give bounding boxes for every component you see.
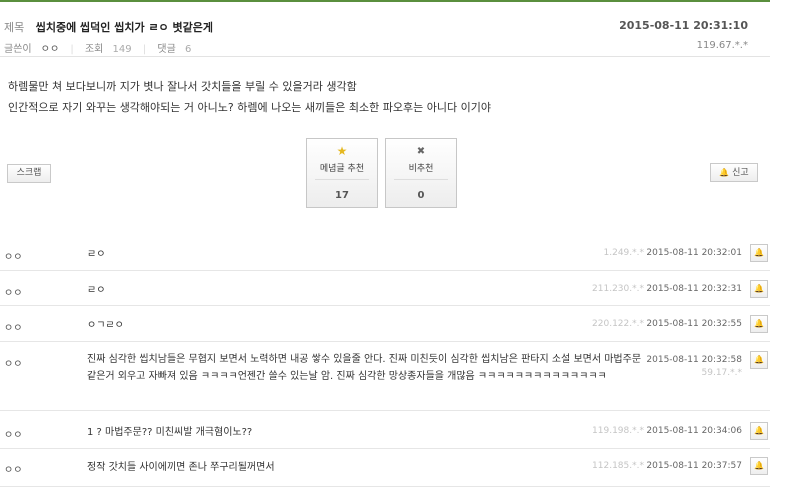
comment-date: 2015-08-11 20:32:31 bbox=[646, 284, 742, 294]
title-row: 제목 씹치중에 씹덕인 씹치가 ㄹㅇ 볏같은게 bbox=[4, 19, 213, 35]
comment-report-button[interactable]: 🔔 bbox=[750, 457, 768, 475]
divider bbox=[394, 179, 448, 180]
comment-text: ㄹㅇ bbox=[87, 249, 106, 260]
comments-label: 댓글 bbox=[157, 44, 176, 55]
comment-ip: 59.17.*.* bbox=[701, 368, 743, 378]
upvote-label: 메념글 추천 bbox=[319, 164, 365, 174]
bell-icon: 🔔 bbox=[754, 319, 764, 328]
x-icon: ✖ bbox=[416, 146, 426, 157]
comment-row: ㅇㅇ 정작 갓치들 사이에끼면 존나 쭈구리될꺼면서 112.185.*.* 2… bbox=[0, 450, 770, 487]
star-icon: ★ bbox=[336, 144, 348, 158]
comment-report-button[interactable]: 🔔 bbox=[750, 280, 768, 298]
comment-row: ㅇㅇ ㄹㅇ 211.230.*.* 2015-08-11 20:32:31 🔔 bbox=[0, 272, 770, 306]
divider: | bbox=[70, 44, 74, 55]
divider: | bbox=[142, 44, 147, 55]
views-label: 조회 bbox=[84, 44, 104, 55]
comment-author[interactable]: ㅇㅇ bbox=[4, 248, 22, 263]
title-label: 제목 bbox=[4, 21, 25, 34]
comment-report-button[interactable]: 🔔 bbox=[750, 244, 768, 262]
comment-report-button[interactable]: 🔔 bbox=[750, 351, 768, 369]
comment-report-button[interactable]: 🔔 bbox=[750, 422, 768, 440]
comment-date: 2015-08-11 20:34:06 bbox=[646, 426, 742, 436]
comment-author[interactable]: ㅇㅇ bbox=[4, 319, 22, 334]
bell-icon: 🔔 bbox=[754, 461, 764, 470]
post-body-line: 인간적으로 자기 와꾸는 생각해야되는 거 아니노? 하렘에 나오는 새끼들은 … bbox=[8, 101, 491, 114]
comment-row: ㅇㅇ ㅇㄱㄹㅇ 220.122.*.* 2015-08-11 20:32:55 … bbox=[0, 307, 770, 342]
upvote-button[interactable]: ★ 메념글 추천 17 bbox=[306, 138, 378, 208]
comment-row: ㅇㅇ 1 ? 마법주문?? 미친씨발 개극혐이노?? 119.198.*.* 2… bbox=[0, 412, 770, 449]
post-author[interactable]: ㅇㅇ bbox=[41, 44, 59, 55]
meta-row: 글쓴이 ㅇㅇ | 조회 149 | 댓글 6 bbox=[4, 40, 191, 55]
comment-ip: 220.122.*.* bbox=[592, 319, 644, 329]
bell-icon: 🔔 bbox=[754, 248, 764, 257]
comment-ip: 211.230.*.* bbox=[592, 284, 644, 294]
post-ip: 119.67.*.* bbox=[696, 40, 748, 51]
views-count: 149 bbox=[112, 44, 132, 55]
bell-icon: 🔔 bbox=[754, 284, 764, 293]
report-label: 신고 bbox=[732, 168, 749, 178]
comment-row: ㅇㅇ ㄹㅇ 1.249.*.* 2015-08-11 20:32:01 🔔 bbox=[0, 238, 770, 271]
comment-ip: 1.249.*.* bbox=[603, 248, 645, 258]
bell-icon: 🔔 bbox=[719, 168, 730, 177]
comment-author[interactable]: ㅇㅇ bbox=[4, 461, 22, 476]
comment-date: 2015-08-11 20:32:58 bbox=[646, 355, 742, 365]
comment-ip: 119.198.*.* bbox=[592, 426, 644, 436]
bell-icon: 🔔 bbox=[754, 426, 764, 435]
comment-author[interactable]: ㅇㅇ bbox=[4, 426, 22, 441]
post-body-line: 하렘물만 쳐 보다보니까 지가 볏나 잘나서 갓치들을 부릴 수 있을거라 생각… bbox=[8, 80, 357, 93]
post-body: 하렘물만 쳐 보다보니까 지가 볏나 잘나서 갓치들을 부릴 수 있을거라 생각… bbox=[8, 76, 491, 118]
comment-report-button[interactable]: 🔔 bbox=[750, 315, 768, 333]
upvote-count: 17 bbox=[335, 190, 349, 201]
comment-date: 2015-08-11 20:37:57 bbox=[646, 461, 742, 471]
scrap-button[interactable]: 스크랩 bbox=[7, 164, 51, 183]
comment-date: 2015-08-11 20:32:01 bbox=[646, 248, 742, 258]
divider bbox=[315, 179, 369, 180]
comments-count: 6 bbox=[184, 44, 192, 55]
report-button[interactable]: 🔔 신고 bbox=[710, 163, 758, 182]
comment-row: ㅇㅇ 진짜 심각한 씹치남들은 무협지 보면서 노력하면 내공 쌓수 있을줄 안… bbox=[0, 343, 770, 411]
comment-text: 1 ? 마법주문?? 미친씨발 개극혐이노?? bbox=[87, 427, 253, 438]
comment-text: 정작 갓치들 사이에끼면 존나 쭈구리될꺼면서 bbox=[87, 462, 275, 473]
bell-icon: 🔔 bbox=[754, 355, 764, 364]
comment-ip: 112.185.*.* bbox=[592, 461, 644, 471]
comment-text: 진짜 심각한 씹치남들은 무협지 보면서 노력하면 내공 쌓수 있을줄 안다. … bbox=[87, 354, 642, 382]
comment-text: ㄹㅇ bbox=[87, 285, 106, 296]
post-header: 제목 씹치중에 씹덕인 씹치가 ㄹㅇ 볏같은게 2015-08-11 20:31… bbox=[0, 2, 770, 57]
downvote-button[interactable]: ✖ 비추천 0 bbox=[385, 138, 457, 208]
post-date: 2015-08-11 20:31:10 bbox=[619, 19, 748, 32]
downvote-label: 비추천 bbox=[408, 164, 434, 174]
comment-text: ㅇㄱㄹㅇ bbox=[87, 320, 124, 331]
comment-author[interactable]: ㅇㅇ bbox=[4, 284, 22, 299]
author-label: 글쓴이 bbox=[4, 44, 32, 55]
comment-date: 2015-08-11 20:32:55 bbox=[646, 319, 742, 329]
downvote-count: 0 bbox=[417, 190, 425, 201]
post-title: 씹치중에 씹덕인 씹치가 ㄹㅇ 볏같은게 bbox=[35, 21, 213, 34]
comment-author[interactable]: ㅇㅇ bbox=[4, 355, 22, 370]
